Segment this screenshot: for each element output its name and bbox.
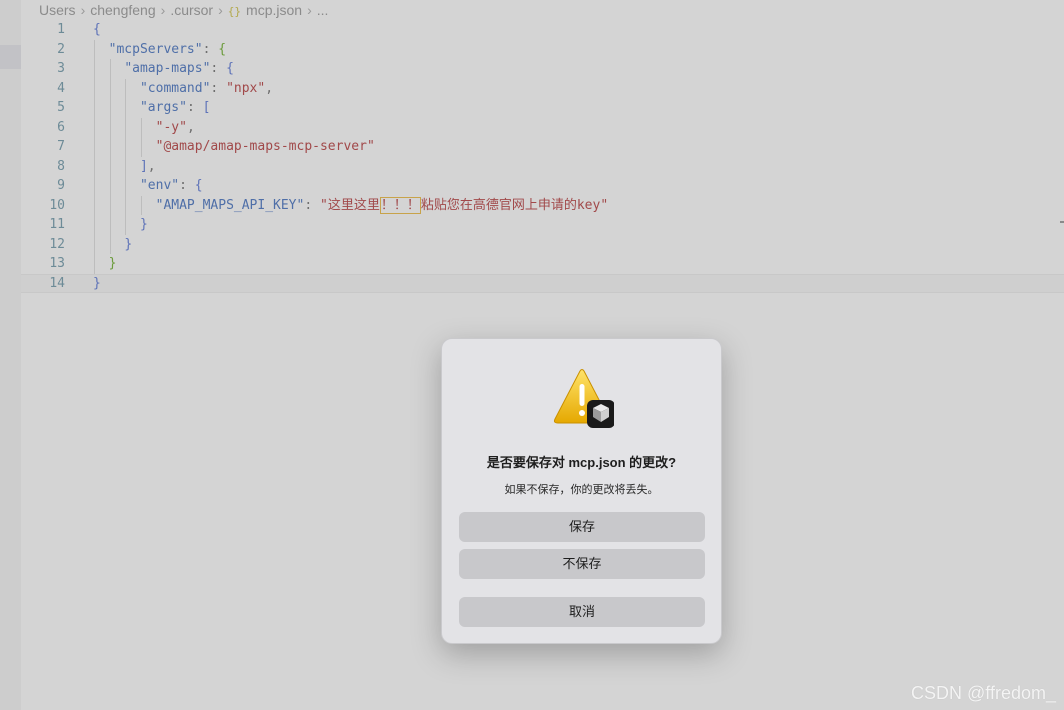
gutter-highlight [0,45,21,69]
chevron-right-icon: › [307,2,312,18]
line-number: 2 [57,41,65,57]
cancel-button[interactable]: 取消 [459,597,705,627]
code-line[interactable]: 2 "mcpServers": { [21,39,1064,59]
json-file-icon: {} [227,5,242,18]
code-text: "mcpServers": { [108,41,227,57]
warning-icon [553,369,614,428]
code-line[interactable]: 13 } [21,254,1064,274]
code-text: } [93,275,101,291]
code-line[interactable]: 4 "command": "npx", [21,78,1064,98]
line-number: 3 [57,61,65,76]
breadcrumb-mcp-json[interactable]: mcp.json [246,2,302,18]
code-line[interactable]: 12 } [21,234,1064,254]
dialog-message: 如果不保存，你的更改将丢失。 [504,484,659,496]
line-number: 13 [49,256,65,271]
code-text: "@amap/amap-maps-mcp-server" [155,139,375,154]
cursor-app-icon [587,400,614,428]
save-button[interactable]: 保存 [459,512,705,542]
code-line[interactable]: 14} [21,273,1064,293]
code-text: "command": "npx", [139,80,274,96]
chevron-right-icon: › [80,2,86,18]
scrollbar-marker [1060,221,1064,223]
activity-gutter [0,0,21,710]
breadcrumb: Users › chengfeng › .cursor ›{} mcp.json ›... [39,0,328,20]
breadcrumb-more[interactable]: ... [317,2,329,18]
code-text: } [139,217,148,232]
line-number: 11 [49,217,65,232]
code-text: "-y", [155,119,195,135]
code-text: "amap-maps": { [124,61,234,76]
code-text: } [124,236,133,252]
line-number: 12 [49,236,65,252]
code-text: "AMAP_MAPS_API_KEY": "这里这里！！！粘贴您在高德官网上申请… [155,196,609,214]
code-line[interactable]: 5 "args": [ [21,98,1064,118]
code-text: "args": [ [139,100,211,115]
code-editor[interactable]: 1{2 "mcpServers": {3 "amap-maps": {4 "co… [21,20,1064,293]
breadcrumb-users[interactable]: Users [39,2,76,18]
line-number: 14 [49,275,65,291]
line-number: 6 [57,119,65,135]
code-line[interactable]: 9 "env": { [21,176,1064,196]
dialog-title: 是否要保存对 mcp.json 的更改? [486,455,677,470]
code-line[interactable]: 3 "amap-maps": { [21,59,1064,79]
line-number: 10 [49,197,65,213]
dont-save-button[interactable]: 不保存 [459,549,705,579]
code-line[interactable]: 8 ], [21,156,1064,176]
breadcrumb-chengfeng[interactable]: chengfeng [90,2,155,18]
line-number: 1 [57,22,65,37]
line-number: 4 [57,80,65,96]
chevron-right-icon: › [218,2,223,18]
code-line[interactable]: 7 "@amap/amap-maps-mcp-server" [21,137,1064,157]
code-line[interactable]: 11 } [21,215,1064,235]
line-number: 9 [57,178,65,193]
save-changes-dialog: 是否要保存对 mcp.json 的更改? 如果不保存，你的更改将丢失。 保存 不… [441,338,722,644]
code-line[interactable]: 10 "AMAP_MAPS_API_KEY": "这里这里！！！粘贴您在高德官网… [21,195,1064,215]
line-number: 8 [57,158,65,174]
code-line[interactable]: 1{ [21,20,1064,40]
code-text: "env": { [139,178,203,193]
chevron-right-icon: › [160,2,166,18]
code-line[interactable]: 6 "-y", [21,117,1064,137]
line-number: 7 [57,139,65,154]
line-number: 5 [57,100,65,115]
breadcrumb-cursor[interactable]: .cursor [170,2,213,18]
code-text: ], [139,158,156,174]
code-text: { [93,22,101,37]
code-text: } [108,256,117,271]
watermark: CSDN @ffredom_ [911,683,1056,703]
